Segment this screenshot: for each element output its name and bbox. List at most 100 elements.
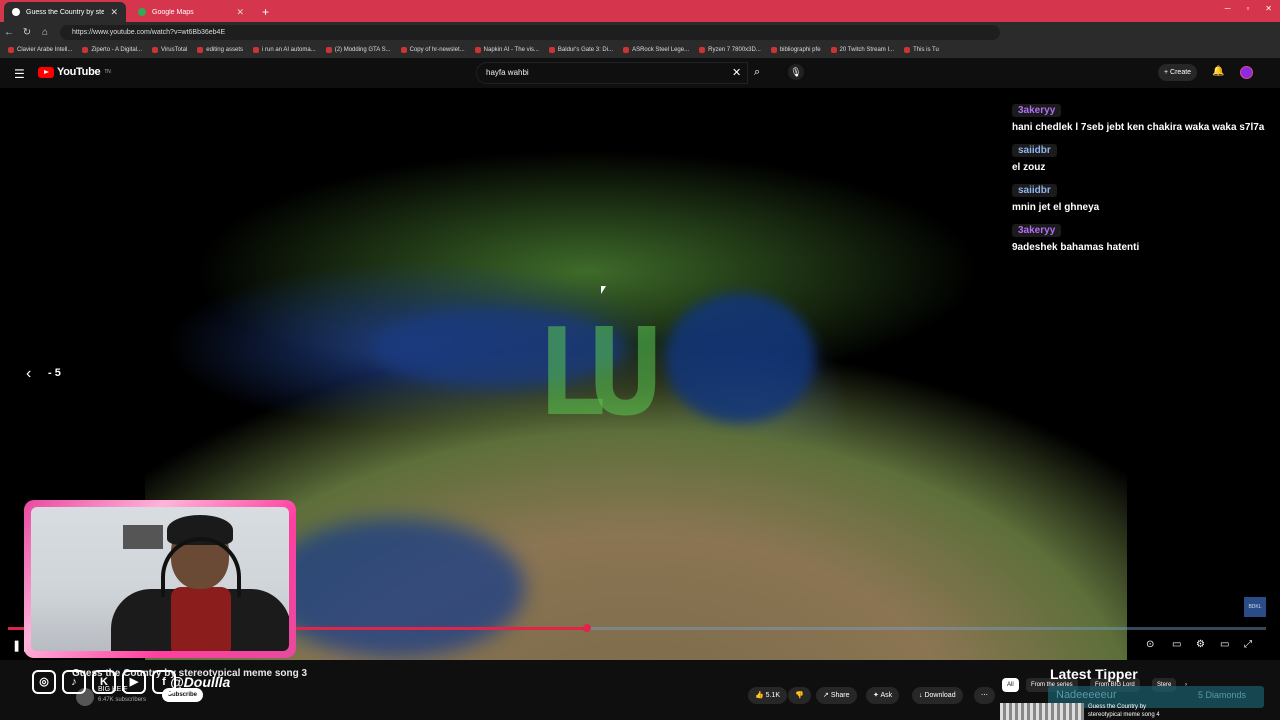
bookmark-icon <box>400 47 407 53</box>
bookmark-icon <box>904 47 911 53</box>
bookmark-item[interactable]: Baldur's Gate 3: Di... <box>548 47 614 53</box>
recommended-title[interactable]: Guess the Country by stereotypical meme … <box>1088 703 1178 719</box>
instagram-icon: ◎ <box>32 670 56 694</box>
bookmark-item[interactable]: (2) Modding GTA S... <box>325 47 391 53</box>
bookmark-label: ASRock Steel Lege... <box>632 47 690 53</box>
clear-search-icon[interactable]: ✕ <box>732 66 741 79</box>
bookmark-label: Ziperto - A Digital... <box>91 47 143 53</box>
maximize-icon[interactable]: ▫ <box>1246 4 1249 13</box>
close-tab-icon[interactable]: ✕ <box>236 7 244 18</box>
bookmarks-bar: Clavier Arabe Intell... Ziperto - A Digit… <box>0 42 1280 58</box>
bookmark-label: (2) Modding GTA S... <box>334 47 391 53</box>
bookmark-icon <box>548 47 555 53</box>
tiktok-icon: ♪ <box>62 670 86 694</box>
subtitles-icon[interactable]: ▭ <box>1172 639 1181 650</box>
ask-label: Ask <box>880 692 893 699</box>
seek-indicator: - 5 <box>48 367 61 379</box>
bookmark-icon <box>253 47 259 53</box>
bookmark-label: VirusTotal <box>161 47 188 53</box>
microphone-icon[interactable]: 🎙 <box>788 64 804 80</box>
fullscreen-icon[interactable]: ⤢ <box>1244 639 1252 650</box>
wall-poster <box>123 525 163 549</box>
bookmark-label: Clavier Arabe Intell... <box>17 47 73 53</box>
share-button[interactable]: ↗ Share <box>816 687 857 704</box>
account-avatar[interactable] <box>1240 66 1253 79</box>
latest-tipper-title: Latest Tipper <box>1050 666 1138 682</box>
chat-message: saiidbr mnin jet el ghneya <box>1008 180 1272 215</box>
caspian-sea-area <box>665 293 815 423</box>
bookmark-item[interactable]: Clavier Arabe Intell... <box>8 47 72 53</box>
menu-icon[interactable]: ☰ <box>14 67 25 81</box>
channel-watermark[interactable]: BDKL <box>1244 597 1266 617</box>
chip-all[interactable]: All <box>1002 678 1019 692</box>
chat-username: saiidbr <box>1012 184 1057 197</box>
bookmark-label: Baldur's Gate 3: Di... <box>557 47 614 53</box>
back-icon[interactable]: ← <box>0 27 18 38</box>
youtube-header: ☰ YouTube TN hayfa wahbi ✕ ⌕ 🎙 + Create … <box>0 58 1280 88</box>
reload-icon[interactable]: ↻ <box>18 27 36 38</box>
close-window-icon[interactable]: ✕ <box>1265 4 1272 13</box>
bookmark-icon <box>325 47 332 53</box>
bookmark-item[interactable]: VirusTotal <box>152 47 187 53</box>
bookmark-icon <box>152 47 159 53</box>
search-input[interactable]: hayfa wahbi <box>476 62 748 84</box>
bookmark-item[interactable]: Ryzen 7 7800x3D... <box>699 47 761 53</box>
new-tab-icon[interactable]: + <box>262 5 269 19</box>
close-tab-icon[interactable]: ✕ <box>110 7 118 18</box>
bookmark-item[interactable]: Copy of hr-newslet... <box>400 47 465 53</box>
kick-icon: K <box>92 670 116 694</box>
bookmark-item[interactable]: bibliographi pfe <box>770 47 821 53</box>
dislike-button[interactable]: 👎 <box>788 687 811 704</box>
autoplay-toggle-icon[interactable]: ⊙ <box>1146 639 1154 650</box>
chevron-left-icon[interactable]: ‹ <box>26 365 31 383</box>
home-icon[interactable]: ⌂ <box>36 27 54 38</box>
theater-mode-icon[interactable]: ▭ <box>1220 639 1229 650</box>
url-field[interactable]: https://www.youtube.com/watch?v=wt6Bb36e… <box>60 24 1000 40</box>
bookmark-item[interactable]: i run an AI automa... <box>253 47 316 53</box>
minimize-icon[interactable]: ─ <box>1225 4 1231 13</box>
chat-message: saiidbr el zouz <box>1008 140 1272 175</box>
browser-tab-bar: Guess the Country by stereot ✕ Google Ma… <box>0 0 1280 22</box>
more-actions-icon[interactable]: ⋯ <box>974 687 995 704</box>
bookmark-label: Ryzen 7 7800x3D... <box>708 47 761 53</box>
social-icons: ◎ ♪ K ▶ f <box>32 670 176 694</box>
like-button[interactable]: 👍 5.1K <box>748 687 788 704</box>
youtube-favicon-icon <box>12 8 20 16</box>
tab-title: Google Maps <box>152 8 194 16</box>
map-overlay-glyph: LU <box>535 304 662 443</box>
bookmark-item[interactable]: ASRock Steel Lege... <box>623 47 689 53</box>
bookmark-item[interactable]: This is Tu <box>904 47 939 53</box>
bookmark-item[interactable]: 20 Twitch Stream I... <box>830 47 894 53</box>
ask-button[interactable]: ✦ Ask <box>866 687 900 704</box>
notifications-icon[interactable]: 🔔 <box>1212 66 1224 77</box>
chat-username: 3akeryy <box>1012 104 1062 117</box>
bookmark-item[interactable]: Napkin AI - The vis... <box>474 47 539 53</box>
tipper-amount: 5 Diamonds <box>1198 690 1247 700</box>
window-controls: ─ ▫ ✕ <box>1225 4 1272 13</box>
create-button[interactable]: + Create <box>1158 64 1198 81</box>
bookmark-icon <box>474 47 481 53</box>
chat-username: 3akeryy <box>1012 224 1062 237</box>
chat-message: 3akeryy hani chedlek l 7seb jebt ken chak… <box>1008 100 1272 135</box>
tab-youtube[interactable]: Guess the Country by stereot ✕ <box>4 2 126 22</box>
create-label: Create <box>1170 69 1192 76</box>
logo-text: YouTube <box>57 66 101 78</box>
bookmark-icon <box>830 47 837 53</box>
progress-scrubber[interactable] <box>582 624 591 632</box>
country-code: TN <box>104 69 111 75</box>
download-button[interactable]: ↓ Download <box>912 687 963 704</box>
settings-icon[interactable]: ⚙ <box>1196 639 1205 650</box>
youtube-logo[interactable]: YouTube TN <box>38 66 111 78</box>
chat-overlay: 3akeryy hani chedlek l 7seb jebt ken chak… <box>1008 100 1272 260</box>
tab-google-maps[interactable]: Google Maps ✕ <box>130 2 252 22</box>
search-icon[interactable]: ⌕ <box>754 66 760 79</box>
bookmark-item[interactable]: Ziperto - A Digital... <box>82 47 142 53</box>
bookmark-item[interactable]: editing assets <box>197 47 243 53</box>
download-label: Download <box>924 692 956 699</box>
screen: Guess the Country by stereot ✕ Google Ma… <box>0 0 1280 720</box>
bookmark-label: bibliographi pfe <box>779 47 821 53</box>
recommended-thumbnail[interactable] <box>1000 703 1084 720</box>
chat-text: mnin jet el ghneya <box>1012 202 1100 213</box>
youtube-play-icon <box>38 66 54 78</box>
mediterranean-area <box>265 518 525 658</box>
